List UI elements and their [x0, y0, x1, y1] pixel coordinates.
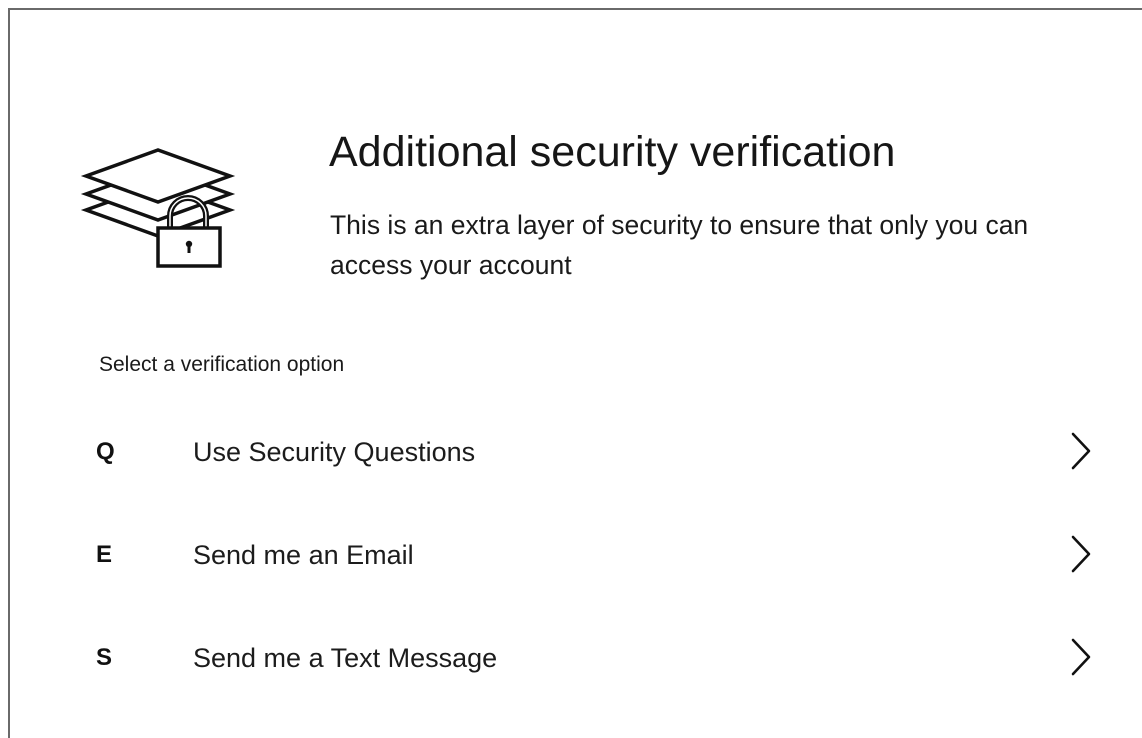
page-title: Additional security verification [329, 128, 896, 176]
option-label: Send me a Text Message [193, 643, 498, 673]
option-security-questions[interactable]: Q Use Security Questions [80, 400, 1120, 503]
verification-options-list: Q Use Security Questions E Send me an Em… [80, 400, 1120, 709]
verification-options-label: Select a verification option [99, 353, 345, 376]
verification-panel: Additional security verification This is… [8, 8, 1142, 738]
option-shortcut-key: E [96, 541, 113, 568]
option-shortcut-key: S [96, 644, 113, 671]
option-text-message[interactable]: S Send me a Text Message [80, 606, 1120, 709]
chevron-right-icon [1071, 432, 1091, 470]
option-label: Send me an Email [193, 540, 414, 570]
chevron-right-icon [1071, 638, 1091, 676]
chevron-right-icon [1071, 535, 1091, 573]
layers-lock-icon [80, 148, 236, 268]
page-subtitle: This is an extra layer of security to en… [330, 210, 1029, 280]
option-email[interactable]: E Send me an Email [80, 503, 1120, 606]
option-label: Use Security Questions [193, 437, 476, 467]
option-shortcut-key: Q [96, 438, 115, 465]
